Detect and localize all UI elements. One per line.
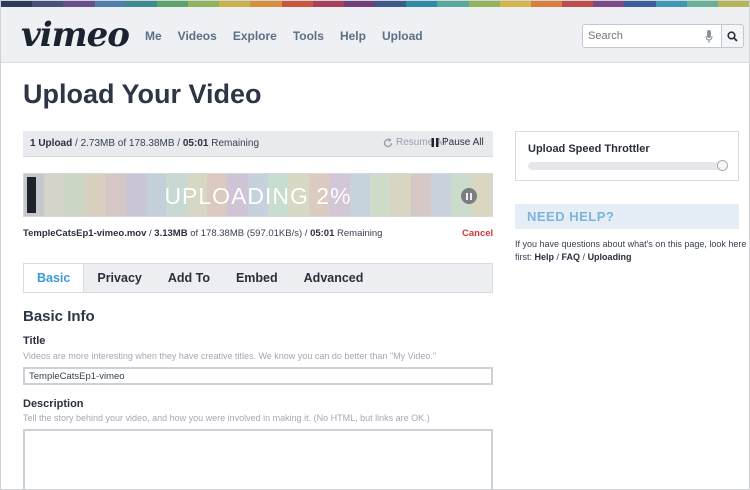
description-textarea[interactable] [23, 429, 493, 489]
tab-privacy[interactable]: Privacy [84, 264, 154, 292]
search-icon [727, 30, 738, 42]
tab-embed[interactable]: Embed [223, 264, 291, 292]
upload-sizes: / 2.73MB of 178.38MB / [72, 138, 183, 149]
upload-progress-bar: UPLOADING 2% [23, 173, 493, 217]
cancel-upload-link[interactable]: Cancel [462, 228, 493, 239]
need-help-banner: NEED HELP? [515, 204, 739, 229]
upload-count: 1 Upload [30, 138, 73, 149]
pause-icon-bar [470, 192, 472, 200]
file-name: TempleCatsEp1-vimeo.mov [23, 228, 147, 239]
search-box [582, 24, 722, 48]
tab-add-to[interactable]: Add To [155, 264, 223, 292]
search-input[interactable] [583, 25, 693, 47]
pause-upload-button[interactable] [461, 188, 477, 204]
throttler-title: Upload Speed Throttler [528, 143, 650, 155]
description-label: Description [23, 398, 84, 410]
file-status: TempleCatsEp1-vimeo.mov / 3.13MB of 178.… [23, 228, 383, 239]
file-remaining-time: 05:01 [310, 228, 335, 239]
title-label: Title [23, 335, 46, 347]
progress-label: UPLOADING 2% [164, 183, 352, 209]
title-input[interactable] [23, 367, 493, 385]
upload-summary-text: 1 Upload / 2.73MB of 178.38MB / 05:01 Re… [30, 138, 259, 149]
upload-speed-throttler: Upload Speed Throttler [515, 131, 739, 181]
description-hint: Tell the story behind your video, and ho… [23, 413, 430, 423]
search-button[interactable] [722, 24, 744, 48]
main-nav: Me Videos Explore Tools Help Upload [145, 29, 439, 43]
browser-frame: vimeo Me Videos Explore Tools Help Uploa… [0, 0, 750, 490]
title-hint: Videos are more interesting when they ha… [23, 351, 437, 361]
page-title: Upload Your Video [23, 79, 262, 109]
upload-remaining-time: 05:01 [182, 138, 209, 149]
microphone-icon[interactable] [705, 30, 713, 43]
vimeo-logo[interactable]: vimeo [21, 15, 130, 55]
basic-info-heading: Basic Info [23, 308, 95, 325]
link-separator: / [580, 251, 588, 262]
help-link[interactable]: Help [535, 252, 555, 262]
help-text: If you have questions about what's on th… [515, 238, 747, 263]
file-remaining-label: Remaining [334, 228, 383, 239]
file-total: of 178.38MB (597.01KB/s) / [187, 228, 311, 239]
throttler-slider-thumb[interactable] [717, 160, 728, 171]
need-help-title: NEED HELP? [527, 209, 615, 224]
faq-link[interactable]: FAQ [562, 252, 581, 262]
pause-all-button[interactable]: Pause All [431, 137, 484, 148]
nav-me[interactable]: Me [145, 29, 162, 43]
pause-icon-bar [466, 192, 468, 200]
pause-icon [431, 138, 439, 147]
nav-upload[interactable]: Upload [382, 29, 423, 43]
file-uploaded: 3.13MB [154, 228, 188, 239]
pause-all-label: Pause All [442, 137, 484, 148]
refresh-icon [383, 137, 393, 147]
link-separator: / [554, 251, 562, 262]
site-header: vimeo Me Videos Explore Tools Help Uploa… [1, 7, 749, 63]
tab-advanced[interactable]: Advanced [291, 264, 377, 292]
settings-tabs: Basic Privacy Add To Embed Advanced [23, 263, 493, 293]
nav-tools[interactable]: Tools [293, 29, 324, 43]
nav-videos[interactable]: Videos [178, 29, 217, 43]
upload-remaining-label: Remaining [208, 138, 260, 149]
uploading-link[interactable]: Uploading [588, 252, 632, 262]
upload-summary-bar: 1 Upload / 2.73MB of 178.38MB / 05:01 Re… [23, 131, 493, 157]
nav-help[interactable]: Help [340, 29, 366, 43]
tab-basic[interactable]: Basic [24, 264, 85, 292]
nav-explore[interactable]: Explore [233, 29, 277, 43]
throttler-slider-track[interactable] [528, 160, 728, 171]
